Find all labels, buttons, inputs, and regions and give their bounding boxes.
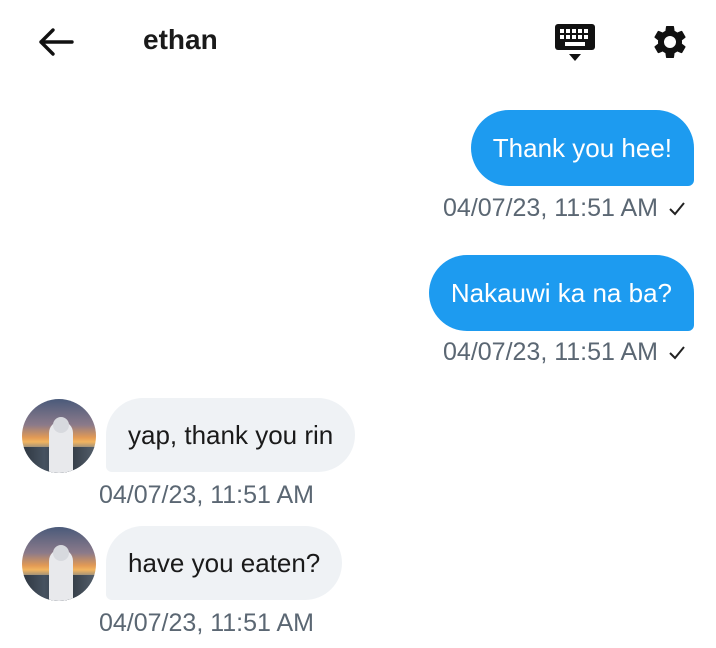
outgoing-message-bubble[interactable]: Thank you hee! [470,110,694,186]
avatar[interactable] [22,399,96,473]
timestamp-text: 04/07/23, 11:51 AM [443,194,658,222]
check-icon [668,339,686,368]
message-timestamp: 04/07/23, 11:51 AM [443,338,686,368]
message-text: Thank you hee! [492,133,672,163]
message-timestamp: 04/07/23, 11:51 AM [99,481,314,509]
settings-button[interactable] [646,18,694,66]
keyboard-button[interactable] [551,20,599,66]
message-text: yap, thank you rin [128,420,334,450]
message-text: Nakauwi ka na ba? [450,278,672,308]
back-button[interactable] [34,20,78,64]
incoming-message-bubble[interactable]: yap, thank you rin [106,398,356,472]
gear-icon [654,25,686,58]
message-timestamp: 04/07/23, 11:51 AM [443,194,686,224]
contact-name: ethan [143,24,218,55]
message-text: have you eaten? [128,548,321,578]
timestamp-text: 04/07/23, 11:51 AM [443,338,658,366]
avatar[interactable] [22,527,96,601]
chat-header: ethan [0,0,716,84]
outgoing-message-bubble[interactable]: Nakauwi ka na ba? [428,255,694,331]
message-timestamp: 04/07/23, 11:51 AM [99,609,314,637]
keyboard-icon [555,24,595,61]
check-icon [668,195,686,224]
arrow-left-icon [39,28,74,56]
incoming-message-bubble[interactable]: have you eaten? [106,526,343,600]
